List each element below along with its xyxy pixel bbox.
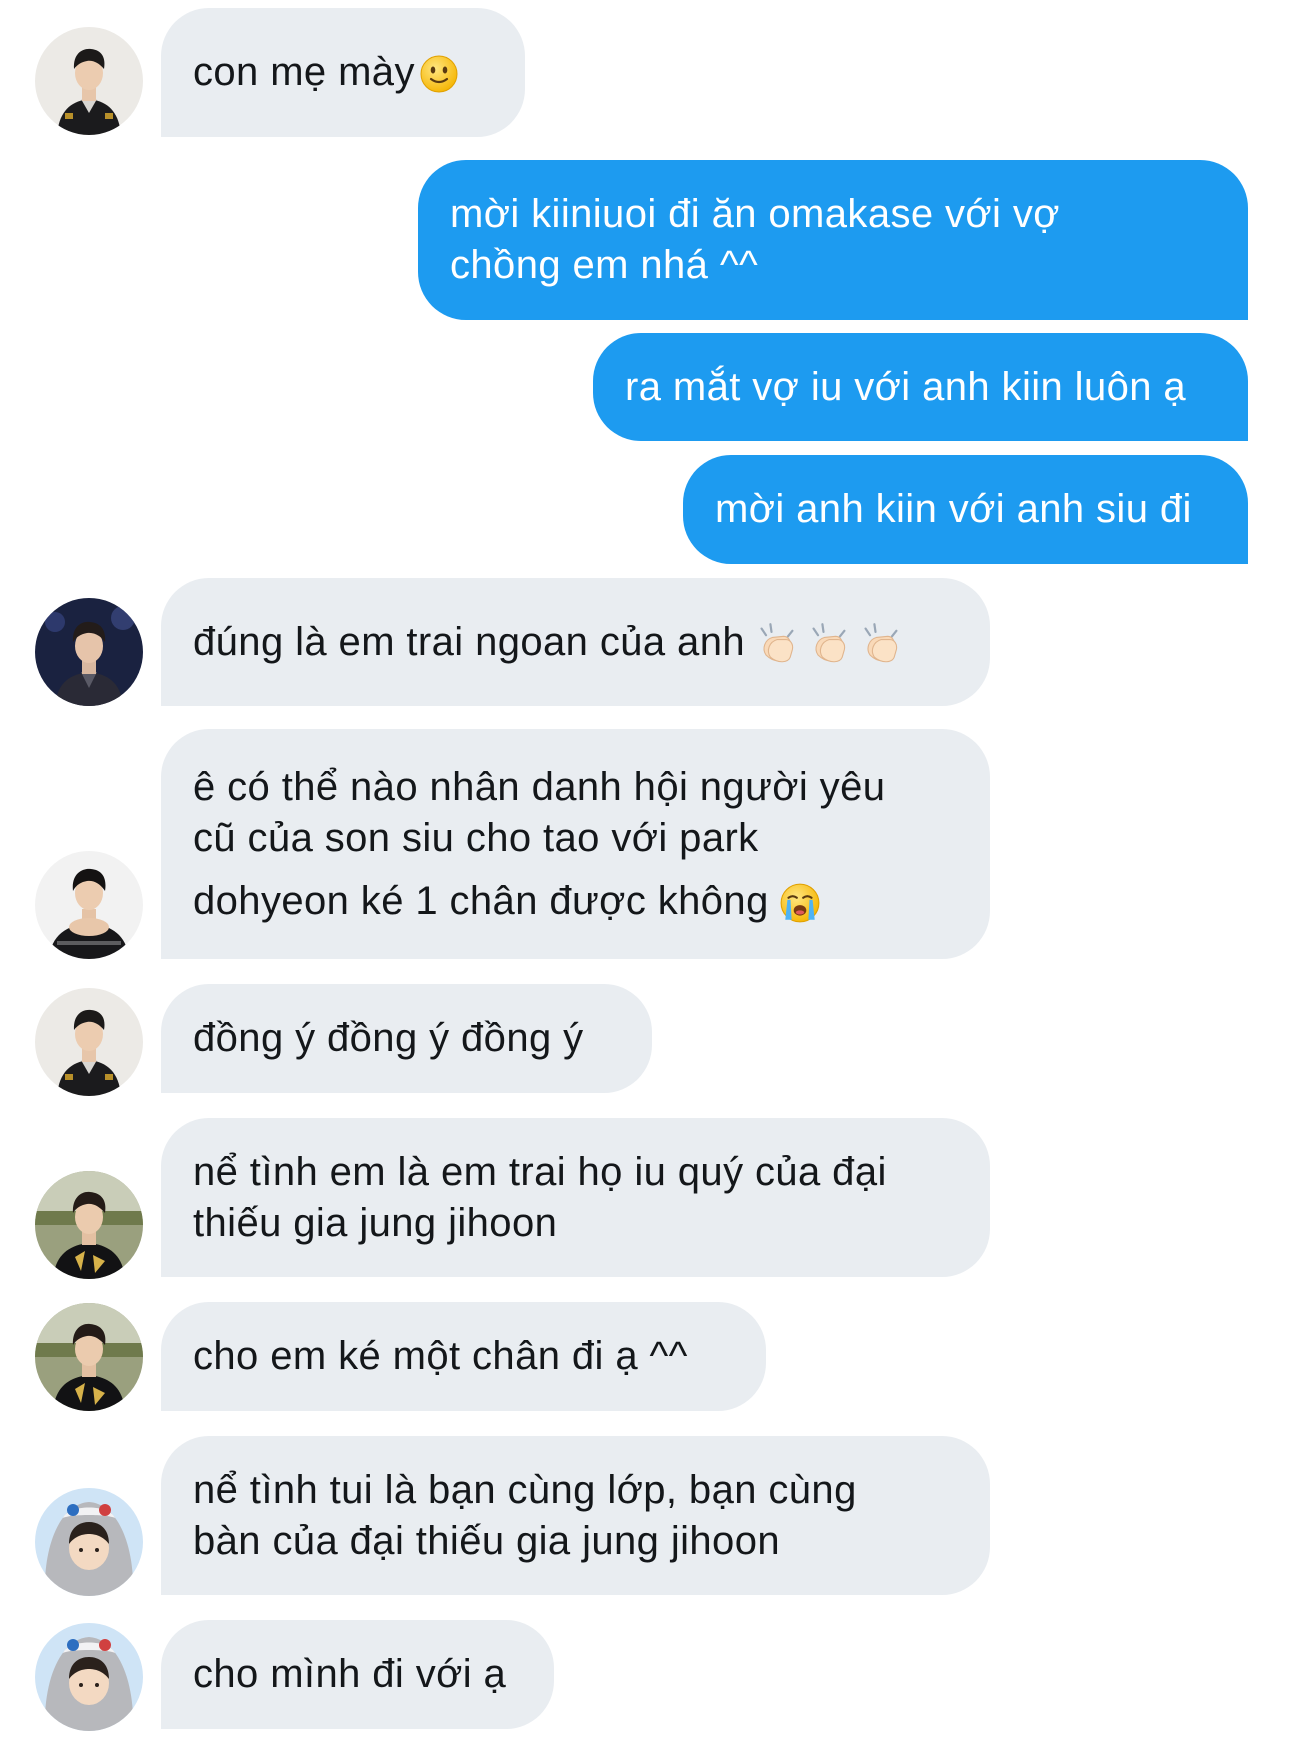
incoming-message-bubble[interactable]: đồng ý đồng ý đồng ý — [161, 984, 652, 1093]
incoming-message-bubble[interactable]: nể tình tui là bạn cùng lớp, bạn cùng bàn… — [161, 1436, 990, 1595]
sender-avatar[interactable] — [35, 1303, 143, 1411]
clapping-hands-icon — [807, 622, 851, 666]
message-text: nể tình tui là bạn cùng lớp, bạn cùng bàn… — [193, 1467, 857, 1563]
message-text: cho em ké một chân đi ạ ^^ — [193, 1334, 688, 1378]
incoming-message-bubble[interactable]: cho mình đi với ạ — [161, 1620, 554, 1729]
incoming-message-bubble[interactable]: cho em ké một chân đi ạ ^^ — [161, 1302, 766, 1411]
message-text: nể tình em là em trai họ iu quý của đại t… — [193, 1149, 887, 1245]
message-text: ra mắt vợ iu với anh kiin luôn ạ — [625, 364, 1187, 409]
sender-avatar[interactable] — [35, 988, 143, 1096]
message-text: đồng ý đồng ý đồng ý — [193, 1016, 584, 1060]
slightly-smiling-face-icon — [419, 54, 459, 94]
incoming-message-bubble[interactable]: ê có thể nào nhân danh hội người yêu cũ c… — [161, 729, 990, 959]
outgoing-message-bubble[interactable]: mời kiiniuoi đi ăn omakase với vợ chồng e… — [418, 160, 1248, 320]
sender-avatar[interactable] — [35, 27, 143, 135]
message-text: ê có thể nào nhân danh hội người yêu cũ c… — [193, 764, 886, 924]
message-text: mời kiiniuoi đi ăn omakase với vợ chồng e… — [450, 192, 1060, 287]
message-text: cho mình đi với ạ — [193, 1652, 507, 1696]
incoming-message-bubble[interactable]: đúng là em trai ngoan của anh — [161, 578, 990, 706]
incoming-message-bubble[interactable]: nể tình em là em trai họ iu quý của đại t… — [161, 1118, 990, 1277]
sender-avatar[interactable] — [35, 1488, 143, 1596]
sender-avatar[interactable] — [35, 1623, 143, 1731]
incoming-message-bubble[interactable]: con mẹ mày — [161, 8, 525, 137]
clapping-hands-icon — [859, 622, 903, 666]
sender-avatar[interactable] — [35, 1171, 143, 1279]
message-text: đúng là em trai ngoan của anh — [193, 617, 903, 668]
outgoing-message-bubble[interactable]: ra mắt vợ iu với anh kiin luôn ạ — [593, 333, 1248, 441]
sender-avatar[interactable] — [35, 851, 143, 959]
message-text: mời anh kiin với anh siu đi — [715, 487, 1192, 531]
outgoing-message-bubble[interactable]: mời anh kiin với anh siu đi — [683, 455, 1248, 564]
sender-avatar[interactable] — [35, 598, 143, 706]
loudly-crying-face-icon — [779, 882, 821, 924]
clapping-hands-icon — [755, 622, 799, 666]
message-text: con mẹ mày — [193, 47, 459, 98]
